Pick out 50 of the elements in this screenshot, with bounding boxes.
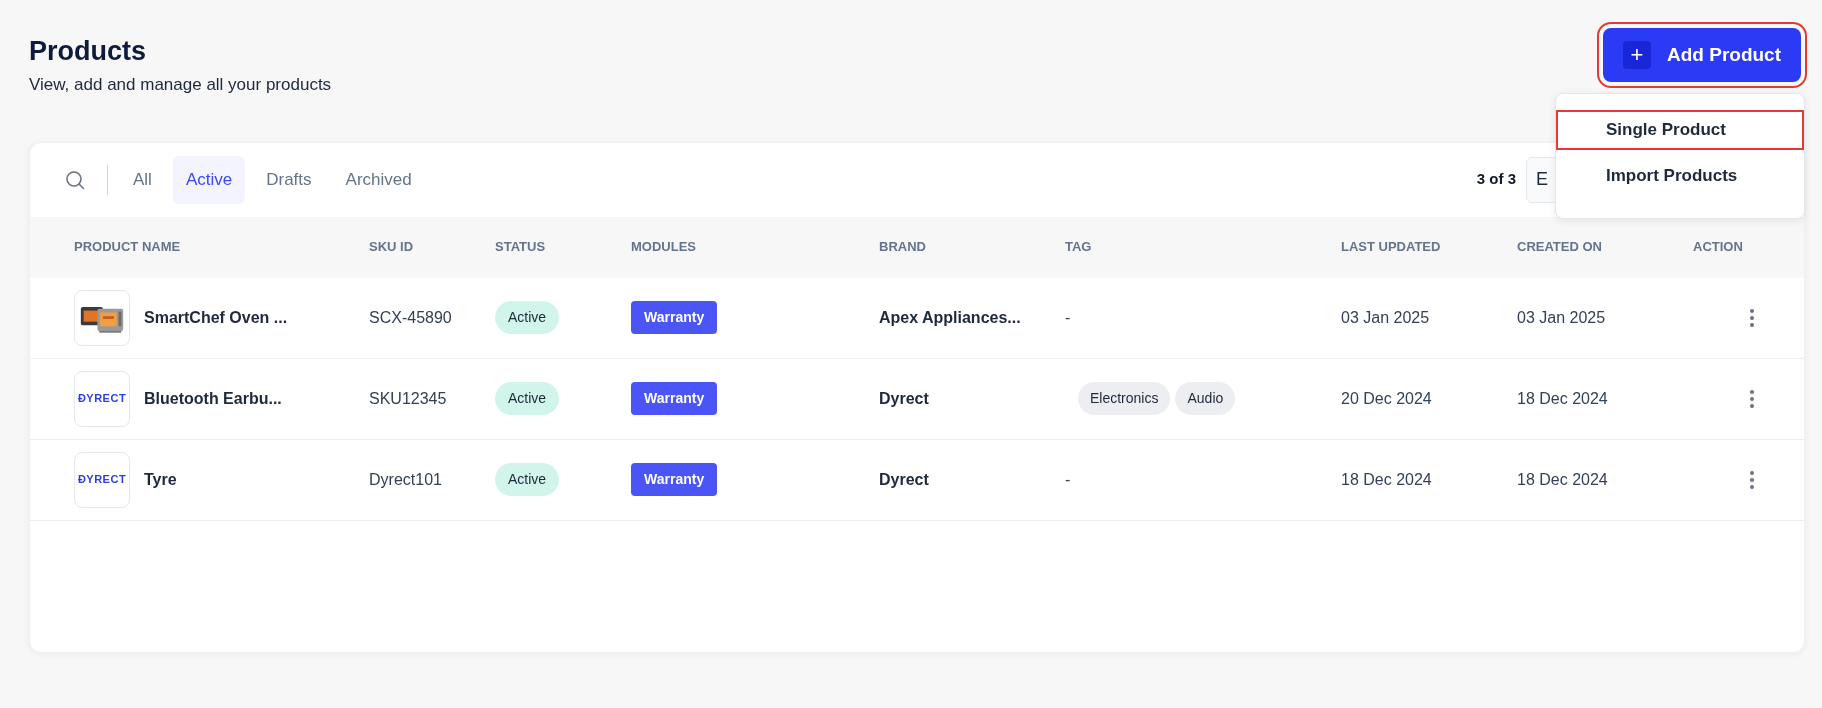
more-icon[interactable] xyxy=(1750,470,1754,489)
column-header: PRODUCT NAME xyxy=(74,238,182,257)
status-badge: Active xyxy=(495,301,560,334)
column-header: SKU ID xyxy=(369,238,415,257)
column-header: BRAND xyxy=(879,238,927,257)
module-badge: Warranty xyxy=(631,382,718,415)
filter-tab[interactable]: Active xyxy=(172,155,246,204)
module-badge: Warranty xyxy=(631,301,718,334)
created-cell-text: 18 Dec 2024 xyxy=(1517,388,1609,409)
brand-cell-text: Dyrect xyxy=(879,388,930,409)
menu-item[interactable]: Single Product xyxy=(1556,110,1804,150)
updated-cell-text: 03 Jan 2025 xyxy=(1341,307,1431,328)
tag-chip: Audio xyxy=(1175,382,1236,415)
sku-cell-text: Dyrect101 xyxy=(369,469,443,490)
brand-cell-text: Apex Appliances... xyxy=(879,307,1022,328)
tag-cell-text: - xyxy=(1065,469,1071,490)
column-header: ACTION xyxy=(1693,238,1744,257)
updated-cell-text: 20 Dec 2024 xyxy=(1341,388,1433,409)
column-header: CREATED ON xyxy=(1517,238,1603,257)
sku-cell-text: SCX-45890 xyxy=(369,307,453,328)
column-header: TAG xyxy=(1065,238,1093,257)
brand-logo: ĐYRECT xyxy=(77,391,127,407)
updated-cell-text: 18 Dec 2024 xyxy=(1341,469,1433,490)
sku-cell-text: SKU12345 xyxy=(369,388,448,409)
page-subtitle: View, add and manage all your products xyxy=(29,74,332,96)
filter-tab[interactable]: All xyxy=(120,155,165,204)
product-name[interactable]: SmartChef Oven ... xyxy=(144,305,288,330)
filter-tab[interactable]: Archived xyxy=(332,155,425,204)
menu-item[interactable]: Import Products xyxy=(1556,156,1804,196)
more-icon[interactable] xyxy=(1750,389,1754,408)
created-cell-text: 18 Dec 2024 xyxy=(1517,469,1609,490)
column-header: LAST UPDATED xyxy=(1341,238,1442,257)
column-header: STATUS xyxy=(495,238,547,257)
product-name[interactable]: Tyre xyxy=(144,467,177,492)
plus-icon: + xyxy=(1623,41,1651,69)
tag-cell-text: - xyxy=(1065,307,1071,328)
result-count: 3 of 3 xyxy=(1476,169,1516,190)
brand-cell-text: Dyrect xyxy=(879,469,930,490)
created-cell-text: 03 Jan 2025 xyxy=(1517,307,1607,328)
status-badge: Active xyxy=(495,463,560,496)
module-badge: Warranty xyxy=(631,463,718,496)
product-name[interactable]: Bluetooth Earbu... xyxy=(144,386,282,411)
page-title: Products xyxy=(29,35,148,68)
search-icon[interactable] xyxy=(65,169,85,190)
tag-chip: Electronics xyxy=(1078,382,1171,415)
more-icon[interactable] xyxy=(1750,308,1754,327)
filter-tab[interactable]: Drafts xyxy=(253,155,325,204)
status-badge: Active xyxy=(495,382,560,415)
brand-logo: ĐYRECT xyxy=(77,472,127,488)
column-header: MODULES xyxy=(631,238,697,257)
